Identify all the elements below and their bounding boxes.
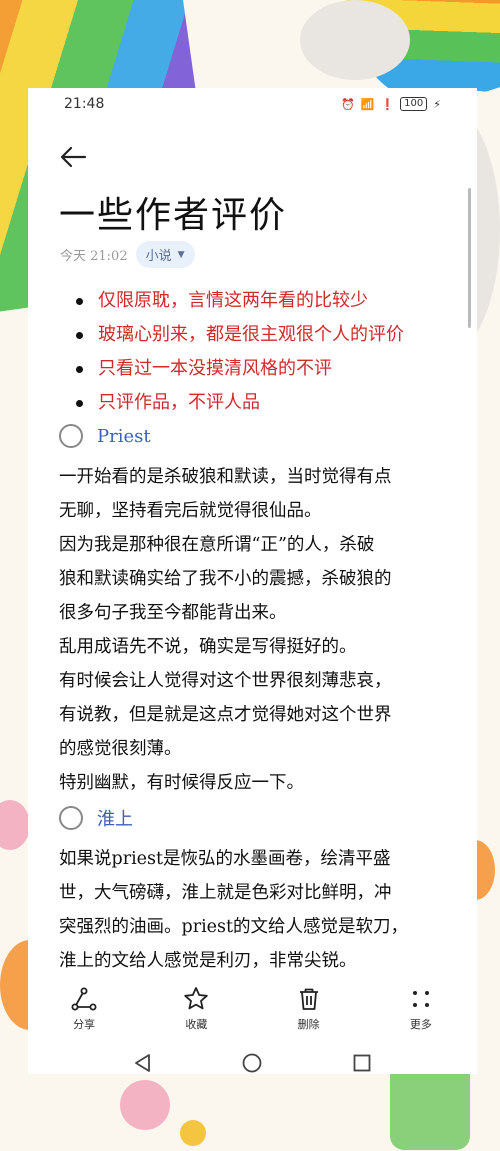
nav-back-icon[interactable] <box>132 1052 154 1074</box>
text-line: 无聊，坚持看完后就觉得很仙品。 <box>59 501 322 521</box>
status-time: 21:48 <box>64 96 105 112</box>
text-line: 狼和默读确实给了我不小的震撼，杀破狼的 <box>59 569 392 589</box>
trash-icon <box>299 988 318 1010</box>
text-line: 突强烈的油画。priest的文给人感觉是软刀， <box>59 917 409 937</box>
category-dropdown[interactable]: 小说 ▼ <box>135 241 195 268</box>
text-line: 因为我是那种很在意所谓“正”的人，杀破 <box>59 535 375 555</box>
text-line: 有说教，但是就是这点才觉得她对这个世界 <box>59 705 392 725</box>
more-dots-icon <box>412 990 429 1007</box>
bottom-toolbar: 分享 收藏 删除 更多 <box>28 978 477 1038</box>
text-line: 有时候会让人觉得对这个世界很刻薄悲哀， <box>59 671 392 691</box>
checkbox[interactable] <box>59 806 83 830</box>
share-label: 分享 <box>73 1017 96 1031</box>
star-icon <box>184 986 209 1009</box>
checkbox[interactable] <box>59 424 83 448</box>
scrollbar[interactable] <box>468 188 471 328</box>
share-icon <box>71 987 97 1010</box>
back-arrow-icon[interactable] <box>58 142 88 172</box>
status-bar: 21:48 ⏰ 📶 ❗ 100 ⚡ <box>28 88 477 120</box>
nav-recents-icon[interactable] <box>351 1052 373 1074</box>
more-button[interactable]: 更多 <box>381 985 461 1032</box>
note-meta: 今天 21:02 小说 ▼ <box>60 241 195 268</box>
more-label: 更多 <box>409 1017 432 1031</box>
favorite-label: 收藏 <box>185 1017 208 1031</box>
bullet-item: 只看过一本没摸清风格的不评 <box>72 352 404 386</box>
flower-decoration <box>180 1120 206 1146</box>
category-label: 小说 <box>145 249 172 264</box>
text-line: 如果说priest是恢弘的水墨画卷，绘清平盛 <box>59 849 391 869</box>
text-line: 淮上的文给人感觉是利刃，非常尖锐。 <box>59 951 357 970</box>
notice-icon: ❗ <box>380 97 395 111</box>
battery-indicator: 100 <box>400 97 428 111</box>
chevron-down-icon: ▼ <box>177 249 185 260</box>
checklist-label: 淮上 <box>97 809 133 830</box>
paragraph-huaishang: 如果说priest是恢弘的水墨画卷，绘清平盛 世，大气磅礴，淮上就是色彩对比鲜明… <box>59 842 451 970</box>
text-line: 一开始看的是杀破狼和默读，当时觉得有点 <box>59 467 392 487</box>
nav-home-icon[interactable] <box>241 1052 263 1074</box>
text-line: 乱用成语先不说，确实是写得挺好的。 <box>59 637 357 657</box>
delete-label: 删除 <box>297 1017 320 1031</box>
text-line: 特别幽默，有时候得反应一下。 <box>59 773 304 793</box>
checklist-item-huaishang: 淮上 <box>59 805 133 831</box>
delete-button[interactable]: 删除 <box>269 985 349 1032</box>
favorite-button[interactable]: 收藏 <box>156 985 236 1032</box>
checklist-item-priest: Priest <box>59 424 151 448</box>
note-date: 今天 21:02 <box>60 249 128 264</box>
bullet-item: 只评作品，不评人品 <box>72 386 404 420</box>
charging-icon: ⚡ <box>433 97 441 111</box>
text-line: 很多句子我至今都能背出来。 <box>59 603 287 623</box>
cloud-decoration <box>300 0 410 80</box>
paragraph-priest: 一开始看的是杀破狼和默读，当时觉得有点 无聊，坚持看完后就觉得很仙品。 因为我是… <box>59 460 451 800</box>
alarm-icon: ⏰ <box>341 97 355 111</box>
wifi-icon: 📶 <box>360 97 375 111</box>
bullet-item: 仅限原耽，言情这两年看的比较少 <box>72 284 404 318</box>
bullet-item: 玻璃心别来，都是很主观很个人的评价 <box>72 318 404 352</box>
text-line: 世，大气磅礴，淮上就是色彩对比鲜明，冲 <box>59 883 392 903</box>
note-title[interactable]: 一些作者评价 <box>59 186 287 238</box>
flower-decoration <box>120 1080 170 1130</box>
flower-decoration <box>0 800 30 850</box>
checklist-label: Priest <box>97 425 151 447</box>
note-page: 21:48 ⏰ 📶 ❗ 100 ⚡ 一些作者评价 今天 21:02 小说 ▼ 仅… <box>28 88 477 1074</box>
share-button[interactable]: 分享 <box>44 985 124 1032</box>
text-line: 的感觉很刻薄。 <box>59 739 182 759</box>
bullet-list: 仅限原耽，言情这两年看的比较少 玻璃心别来，都是很主观很个人的评价 只看过一本没… <box>72 284 404 420</box>
system-nav-bar <box>28 1043 477 1083</box>
